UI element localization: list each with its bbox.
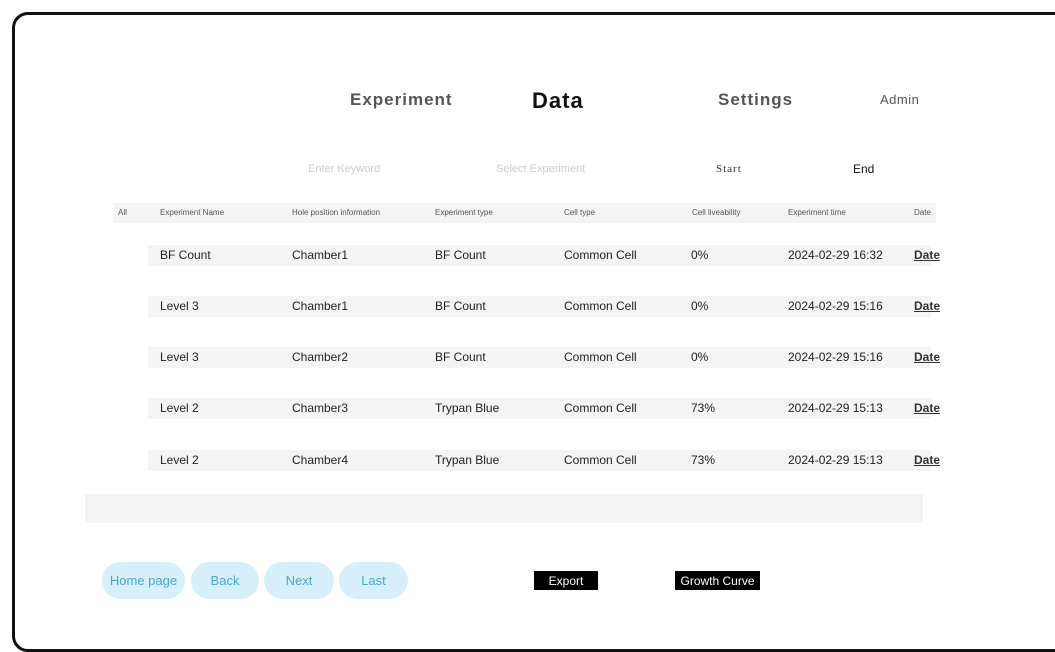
top-nav: Experiment Data Settings Admin [0,88,1055,118]
cell-experiment-type: BF Count [435,248,486,262]
cell-liveability: 0% [691,299,709,313]
table-row[interactable]: Level 3 Chamber1 BF Count Common Cell 0%… [148,296,940,317]
experiment-select[interactable] [496,163,626,175]
date-link[interactable]: Date [914,350,940,364]
header-experiment-type: Experiment type [435,208,493,217]
cell-experiment-name: Level 2 [160,401,199,415]
cell-hole-position: Chamber1 [292,248,349,262]
date-link[interactable]: Date [914,401,940,415]
cell-liveability: 73% [691,453,716,467]
last-button[interactable]: Last [339,562,408,599]
header-experiment-name: Experiment Name [160,208,225,217]
cell-cell-type: Common Cell [564,453,637,467]
table-header: All Experiment Name Hole position inform… [114,203,936,223]
cell-experiment-name: Level 3 [160,350,199,364]
cell-experiment-time: 2024-02-29 15:16 [788,299,883,313]
filter-bar: Start End [0,162,1055,182]
cell-experiment-name: BF Count [160,248,211,262]
cell-hole-position: Chamber3 [292,401,349,415]
nav-settings[interactable]: Settings [718,90,793,110]
cell-experiment-time: 2024-02-29 15:16 [788,350,883,364]
header-cell-type: Cell type [564,208,596,217]
cell-liveability: 73% [691,401,716,415]
nav-admin[interactable]: Admin [880,92,919,107]
cell-experiment-type: BF Count [435,350,486,364]
back-button[interactable]: Back [191,562,259,599]
date-link[interactable]: Date [914,453,940,467]
cell-cell-type: Common Cell [564,299,637,313]
date-link[interactable]: Date [914,299,940,313]
cell-experiment-type: Trypan Blue [435,401,500,415]
cell-experiment-time: 2024-02-29 16:32 [788,248,883,262]
cell-hole-position: Chamber1 [292,299,349,313]
cell-hole-position: Chamber4 [292,453,349,467]
cell-experiment-name: Level 3 [160,299,199,313]
table-row[interactable]: BF Count Chamber1 BF Count Common Cell 0… [148,245,940,266]
cell-experiment-time: 2024-02-29 15:13 [788,401,883,415]
header-date: Date [914,208,931,217]
cell-liveability: 0% [691,248,709,262]
header-all[interactable]: All [118,208,127,217]
nav-experiment[interactable]: Experiment [350,90,453,110]
keyword-input[interactable] [308,163,428,175]
cell-cell-type: Common Cell [564,401,637,415]
cell-cell-type: Common Cell [564,350,637,364]
cell-cell-type: Common Cell [564,248,637,262]
cell-hole-position: Chamber2 [292,350,349,364]
export-button[interactable]: Export [534,571,598,590]
cell-experiment-type: BF Count [435,299,486,313]
table-row[interactable]: Level 2 Chamber4 Trypan Blue Common Cell… [148,450,940,471]
end-date-field[interactable]: End [853,162,874,176]
cell-experiment-type: Trypan Blue [435,453,500,467]
next-button[interactable]: Next [264,562,334,599]
table-row[interactable]: Level 3 Chamber2 BF Count Common Cell 0%… [148,347,940,368]
growth-curve-button[interactable]: Growth Curve [675,571,760,590]
cell-experiment-time: 2024-02-29 15:13 [788,453,883,467]
header-cell-liveability: Cell liveability [692,208,741,217]
home-page-button[interactable]: Home page [102,562,185,599]
table-footer-bar [85,494,923,523]
header-experiment-time: Experiment time [788,208,846,217]
cell-experiment-name: Level 2 [160,453,199,467]
cell-liveability: 0% [691,350,709,364]
nav-data[interactable]: Data [532,88,584,114]
table-row[interactable]: Level 2 Chamber3 Trypan Blue Common Cell… [148,398,940,419]
date-link[interactable]: Date [914,248,940,262]
header-hole-position: Hole position information [292,208,381,217]
start-date-field[interactable]: Start [716,163,742,175]
